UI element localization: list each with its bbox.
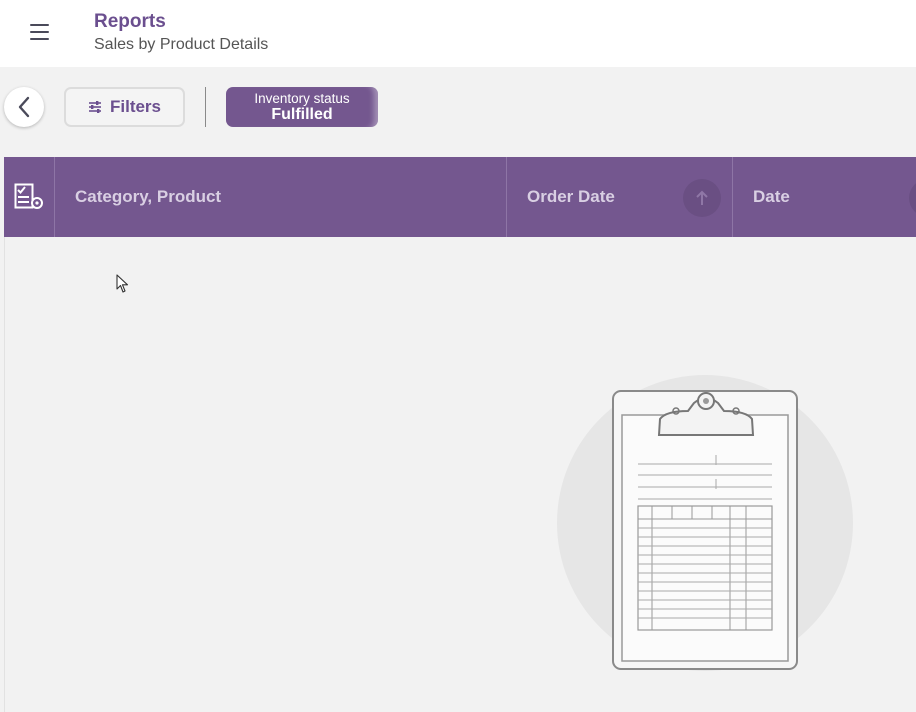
page-title: Reports: [94, 11, 166, 32]
column-header-category-product[interactable]: Category, Product: [55, 157, 507, 237]
menu-button[interactable]: [20, 16, 58, 48]
sort-ascending-button[interactable]: [683, 179, 721, 217]
filters-label: Filters: [109, 97, 162, 116]
filters-button[interactable]: Filters: [64, 87, 185, 127]
filter-chip-label: Inventory status: [254, 91, 350, 106]
arrow-up-icon: [696, 190, 708, 205]
column-header-label: Order Date: [527, 187, 615, 206]
clipboard-illustration: [557, 375, 853, 671]
column-chooser-button[interactable]: [4, 157, 55, 237]
chevron-left-icon: [18, 96, 30, 118]
column-header-label: Category, Product: [75, 187, 222, 206]
app-header: Reports Sales by Product Details: [0, 0, 916, 67]
filter-chip-value: Fulfilled: [271, 106, 333, 123]
toolbar-divider: [205, 87, 206, 127]
column-header-date[interactable]: Date: [733, 157, 916, 237]
table-header: Category, Product Order Date Date: [4, 157, 916, 237]
column-header-label: Date: [753, 187, 790, 206]
hamburger-icon: [29, 24, 49, 26]
table-body: [4, 237, 916, 712]
back-button[interactable]: [4, 87, 44, 127]
filter-chip-inventory-status[interactable]: Inventory status Fulfilled: [226, 87, 378, 127]
page-subtitle: Sales by Product Details: [94, 36, 269, 53]
sliders-icon: [88, 101, 101, 113]
column-checklist-icon: [14, 183, 43, 209]
report-screen: Reports Sales by Product Details Filters…: [0, 0, 916, 712]
page-titles: Reports Sales by Product Details: [94, 11, 268, 56]
mouse-cursor-icon: [116, 274, 129, 293]
